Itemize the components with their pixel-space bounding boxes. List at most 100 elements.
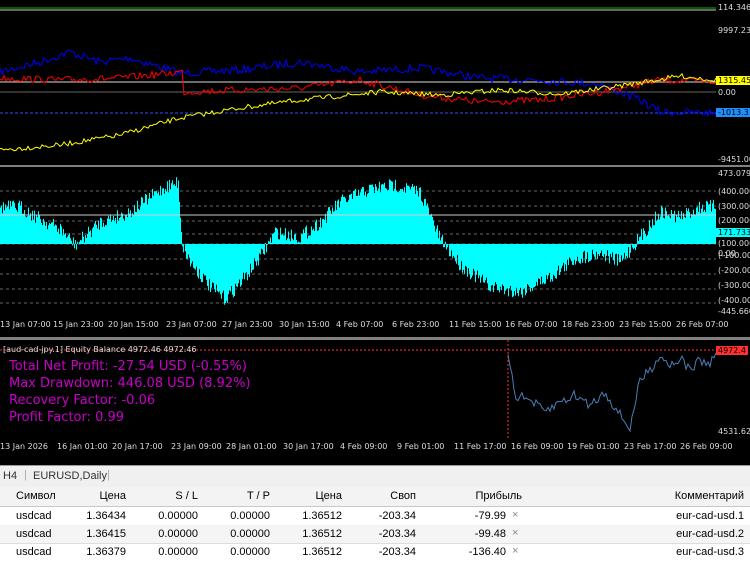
p1-price-label-blue: -1013.3 xyxy=(716,108,750,117)
histogram-bars xyxy=(0,177,716,305)
p2-scale-m300: (-300.000) xyxy=(718,281,750,290)
cell-price: 1.36379 xyxy=(86,546,126,558)
cell-price: 1.36434 xyxy=(86,510,126,522)
p2-value-label: 171.733 xyxy=(716,228,750,237)
cell-swap: -203.34 xyxy=(378,546,416,558)
time-axis-label: 20 Jan 15:00 xyxy=(108,320,159,329)
net-profit-text: Total Net Profit: -27.54 USD (-0.55%) xyxy=(9,359,247,374)
cell-comment: eur-cad-usd.3 xyxy=(676,546,744,558)
cell-sl: 0.00000 xyxy=(158,528,198,540)
cell-profit: -136.40 xyxy=(468,546,506,558)
table-row[interactable]: usdcad 1.36415 0.00000 0.00000 1.36512 -203.3… xyxy=(0,525,750,544)
cell-swap: -203.34 xyxy=(378,528,416,540)
time-axis-label: 28 Jan 01:00 xyxy=(226,442,277,451)
table-row[interactable]: usdcad 1.36379 0.00000 0.00000 1.36512 -203.3… xyxy=(0,543,750,561)
header-profit[interactable]: Прибыль xyxy=(430,490,522,502)
table-row[interactable]: usdcad 1.36434 0.00000 0.00000 1.36512 -203.3… xyxy=(0,507,750,526)
time-axis-label: 4 Feb 09:00 xyxy=(340,442,388,451)
chart-tabs: H4 | EURUSD,Daily | xyxy=(0,465,750,487)
cell-symbol: usdcad xyxy=(16,510,52,522)
time-axis-label: 11 Feb 17:00 xyxy=(454,442,507,451)
time-axis-label: 30 Jan 17:00 xyxy=(283,442,334,451)
cell-tp: 0.00000 xyxy=(230,546,270,558)
p1-scale-bottom: -9451.00 xyxy=(718,155,750,164)
cell-swap: -203.34 xyxy=(378,510,416,522)
time-axis-label: 26 Feb 09:00 xyxy=(680,442,733,451)
time-axis-label: 6 Feb 23:00 xyxy=(392,320,440,329)
cell-sl: 0.00000 xyxy=(158,510,198,522)
tab-divider: | xyxy=(24,469,27,481)
p1-scale-top: 114.346 xyxy=(718,3,750,12)
cell-tp: 0.00000 xyxy=(230,528,270,540)
p2-scale-bottom: -445.660 xyxy=(718,307,750,316)
header-price2[interactable]: Цена xyxy=(284,490,342,502)
p2-scale-m400: (-400.000) xyxy=(718,296,750,305)
cell-price: 1.36415 xyxy=(86,528,126,540)
trade-stats: Total Net Profit: -27.54 USD (-0.55%) Ma… xyxy=(9,358,251,426)
table-header: Символ Цена S / L T / P Цена Своп Прибыл… xyxy=(0,487,750,507)
close-position-icon[interactable]: × xyxy=(512,509,518,521)
spread-lines-chart xyxy=(0,7,716,152)
p2-scale-300: (300.000) xyxy=(718,202,750,211)
time-axis-label: 16 Feb 07:00 xyxy=(505,320,558,329)
tab-h4[interactable]: H4 xyxy=(3,470,17,482)
p2-scale-400: (400.000) xyxy=(718,187,750,196)
p1-scale-zero: 0.00 xyxy=(718,88,736,97)
time-axis-label: 18 Feb 23:00 xyxy=(562,320,615,329)
positions-table: Символ Цена S / L T / P Цена Своп Прибыл… xyxy=(0,487,750,561)
cell-price2: 1.36512 xyxy=(302,528,342,540)
time-axis-label: 11 Feb 15:00 xyxy=(449,320,502,329)
time-axis-label: 27 Jan 23:00 xyxy=(222,320,273,329)
time-axis-label: 20 Jan 17:00 xyxy=(112,442,163,451)
time-axis-label: 19 Feb 01:00 xyxy=(567,442,620,451)
p2-scale-top: 473.0793 xyxy=(718,169,750,178)
cell-profit: -99.48 xyxy=(474,528,506,540)
cell-profit: -79.99 xyxy=(474,510,506,522)
spread-lines-panel[interactable]: 114.346 9997.239 1315.45 0.00 -1013.3 -9… xyxy=(0,0,750,165)
header-symbol[interactable]: Символ xyxy=(16,490,56,502)
blue-series-line xyxy=(0,49,716,118)
time-axis-label: 9 Feb 01:00 xyxy=(397,442,445,451)
p2-scale-100: (100.000) xyxy=(718,239,750,248)
tab-divider: | xyxy=(107,469,110,481)
histogram-panel[interactable]: 473.0793 (400.000) (300.000) (200.000) 1… xyxy=(0,167,750,337)
p2-scale-m200: (-200.000) xyxy=(718,266,750,275)
header-sl[interactable]: S / L xyxy=(140,490,198,502)
cell-tp: 0.00000 xyxy=(230,510,270,522)
cell-comment: eur-cad-usd.2 xyxy=(676,528,744,540)
cell-price2: 1.36512 xyxy=(302,510,342,522)
header-price[interactable]: Цена xyxy=(70,490,126,502)
cell-sl: 0.00000 xyxy=(158,546,198,558)
time-axis-label: 30 Jan 15:00 xyxy=(279,320,330,329)
cell-price2: 1.36512 xyxy=(302,546,342,558)
profit-factor-text: Profit Factor: 0.99 xyxy=(9,410,125,425)
cell-symbol: usdcad xyxy=(16,546,52,558)
header-tp[interactable]: T / P xyxy=(212,490,270,502)
yellow-series-line xyxy=(0,72,716,152)
time-axis-label: 26 Feb 07:00 xyxy=(676,320,729,329)
cell-comment: eur-cad-usd.1 xyxy=(676,510,744,522)
close-position-icon[interactable]: × xyxy=(512,545,518,557)
time-axis-label: 23 Feb 17:00 xyxy=(624,442,677,451)
equity-indicator-title: [aud-cad-jpy.1] Equity Balance 4972.46 4… xyxy=(3,345,197,354)
time-axis-label: 23 Jan 09:00 xyxy=(171,442,222,451)
time-axis-label: 16 Feb 09:00 xyxy=(511,442,564,451)
p2-scale-m100: (-100.000) xyxy=(718,251,750,260)
close-position-icon[interactable]: × xyxy=(512,527,518,539)
time-axis-label: 4 Feb 07:00 xyxy=(336,320,384,329)
p1-scale-upper: 9997.239 xyxy=(718,26,750,35)
p3-scale-bottom: 4531.62 xyxy=(718,427,750,436)
time-axis-label: 13 Jan 2026 xyxy=(0,442,48,451)
header-swap[interactable]: Своп xyxy=(354,490,416,502)
time-axis-label: 23 Jan 07:00 xyxy=(166,320,217,329)
histogram-chart xyxy=(0,177,716,305)
time-axis-label: 23 Feb 15:00 xyxy=(619,320,672,329)
recovery-factor-text: Recovery Factor: -0.06 xyxy=(9,393,156,408)
time-axis-label: 13 Jan 07:00 xyxy=(0,320,51,329)
time-axis-label: 15 Jan 23:00 xyxy=(53,320,104,329)
cell-symbol: usdcad xyxy=(16,528,52,540)
p2-scale-200: (200.000) xyxy=(718,216,750,225)
header-comment[interactable]: Комментарий xyxy=(620,490,744,502)
tab-eurusd-daily[interactable]: EURUSD,Daily xyxy=(33,470,107,482)
equity-line xyxy=(507,352,716,433)
